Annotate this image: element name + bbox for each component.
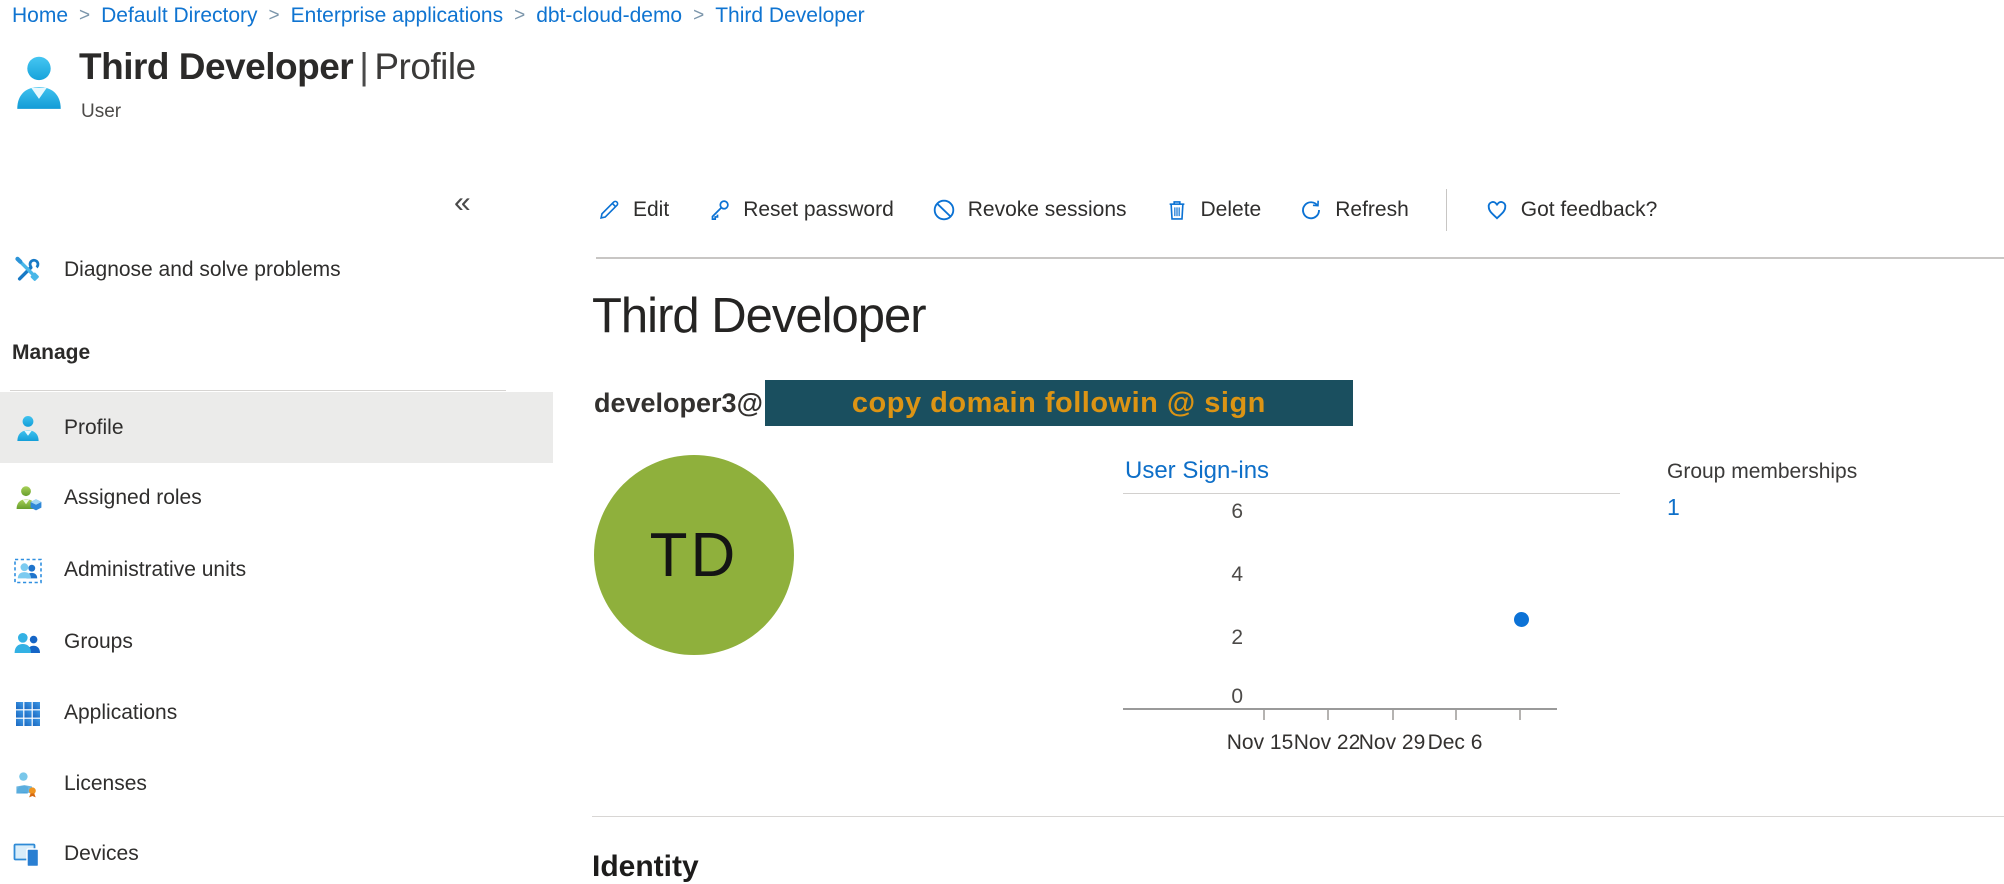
section-divider [592, 816, 2004, 817]
breadcrumb-dbt-cloud-demo[interactable]: dbt-cloud-demo [536, 4, 682, 28]
toolbar-item-label: Revoke sessions [968, 198, 1127, 222]
y-tick-label: 2 [1209, 627, 1243, 649]
redaction-note: copy domain followin @ sign [852, 387, 1266, 420]
sidebar-item-label: Profile [64, 416, 124, 440]
page-title-divider: | [353, 46, 374, 87]
x-axis-tick [1519, 710, 1521, 720]
x-tick-label: Dec 6 [1410, 731, 1500, 755]
grid-icon [13, 698, 43, 728]
license-icon [13, 769, 43, 799]
avatar-initials: TD [650, 520, 739, 591]
toolbar-item-label: Reset password [743, 198, 894, 222]
sidebar-item-label: Applications [64, 701, 177, 725]
devices-icon [13, 839, 43, 869]
sidebar-item-profile[interactable]: Profile [0, 392, 553, 463]
command-bar: Edit Reset password Revoke sessions [596, 186, 1657, 234]
sidebar-item-label: Groups [64, 630, 133, 654]
chart-title-underline [1123, 493, 1620, 494]
toolbar-divider [1446, 189, 1447, 231]
y-tick-label: 0 [1209, 686, 1243, 708]
delete-button[interactable]: Delete [1164, 197, 1262, 223]
sidebar-item-label: Administrative units [64, 558, 246, 582]
avatar: TD [594, 455, 794, 655]
user-display-name: Third Developer [592, 288, 926, 344]
user-sign-ins-chart: User Sign-ins 6 4 2 0 Nov 15 Nov 22 Nov … [1123, 455, 1623, 775]
username-prefix: developer3@ [594, 388, 763, 419]
breadcrumb-third-developer[interactable]: Third Developer [715, 4, 864, 28]
sidebar-section-manage: Manage [12, 341, 90, 365]
sidebar-collapse-button[interactable]: « [454, 188, 471, 218]
domain-redaction-overlay: copy domain followin @ sign [765, 380, 1353, 426]
breadcrumb-default-directory[interactable]: Default Directory [101, 4, 257, 28]
y-tick-label: 6 [1209, 501, 1243, 523]
page-title-name: Third Developer [79, 46, 353, 87]
sidebar-divider [10, 390, 506, 391]
toolbar-item-label: Refresh [1335, 198, 1409, 222]
user-profile-page: Home > Default Directory > Enterprise ap… [0, 0, 2004, 884]
group-memberships-link[interactable]: 1 [1667, 494, 1680, 521]
sidebar-item-label: Assigned roles [64, 486, 202, 510]
x-axis-tick [1455, 710, 1457, 720]
breadcrumb-separator: > [68, 5, 101, 27]
x-axis-line [1123, 708, 1557, 710]
breadcrumb: Home > Default Directory > Enterprise ap… [12, 4, 865, 28]
chart-title-link[interactable]: User Sign-ins [1125, 457, 1269, 485]
x-axis-tick [1392, 710, 1394, 720]
toolbar-underline [596, 257, 2004, 259]
got-feedback-button[interactable]: Got feedback? [1484, 197, 1658, 223]
group-memberships-label: Group memberships [1667, 460, 1857, 484]
refresh-icon [1298, 197, 1324, 223]
admin-units-icon [13, 555, 43, 585]
breadcrumb-separator: > [258, 5, 291, 27]
toolbar-item-label: Edit [633, 198, 669, 222]
people-group-icon [13, 627, 43, 657]
sidebar-item-groups[interactable]: Groups [0, 606, 553, 677]
key-icon [706, 197, 732, 223]
toolbar-item-label: Got feedback? [1521, 198, 1658, 222]
pencil-icon [596, 197, 622, 223]
identity-section-heading: Identity [592, 850, 699, 884]
breadcrumb-separator: > [503, 5, 536, 27]
edit-button[interactable]: Edit [596, 197, 669, 223]
toolbar-item-label: Delete [1201, 198, 1262, 222]
breadcrumb-enterprise-applications[interactable]: Enterprise applications [291, 4, 503, 28]
user-principal-name: developer3@ copy domain followin @ sign [594, 380, 1353, 426]
heart-icon [1484, 197, 1510, 223]
breadcrumb-separator: > [682, 5, 715, 27]
x-axis-tick [1263, 710, 1265, 720]
reset-password-button[interactable]: Reset password [706, 197, 894, 223]
sidebar-item-label: Devices [64, 842, 139, 866]
trash-icon [1164, 197, 1190, 223]
person-icon [13, 413, 43, 443]
sidebar-item-applications[interactable]: Applications [0, 677, 553, 748]
signin-data-point [1514, 612, 1529, 627]
sidebar-item-licenses[interactable]: Licenses [0, 748, 553, 819]
sidebar-item-label: Diagnose and solve problems [64, 258, 341, 282]
user-avatar-icon [13, 52, 65, 112]
object-type-label: User [81, 101, 121, 123]
refresh-button[interactable]: Refresh [1298, 197, 1409, 223]
breadcrumb-home[interactable]: Home [12, 4, 68, 28]
sidebar-item-label: Licenses [64, 772, 147, 796]
y-tick-label: 4 [1209, 564, 1243, 586]
tools-icon [13, 255, 43, 285]
sidebar-item-devices[interactable]: Devices [0, 818, 553, 884]
x-axis-tick [1327, 710, 1329, 720]
sidebar-item-diagnose[interactable]: Diagnose and solve problems [0, 234, 553, 305]
sidebar-item-administrative-units[interactable]: Administrative units [0, 534, 553, 605]
page-title: Third Developer|Profile [79, 46, 476, 88]
block-icon [931, 197, 957, 223]
person-role-icon [13, 483, 43, 513]
sidebar-item-assigned-roles[interactable]: Assigned roles [0, 462, 553, 533]
page-title-section: Profile [374, 46, 475, 87]
revoke-sessions-button[interactable]: Revoke sessions [931, 197, 1127, 223]
